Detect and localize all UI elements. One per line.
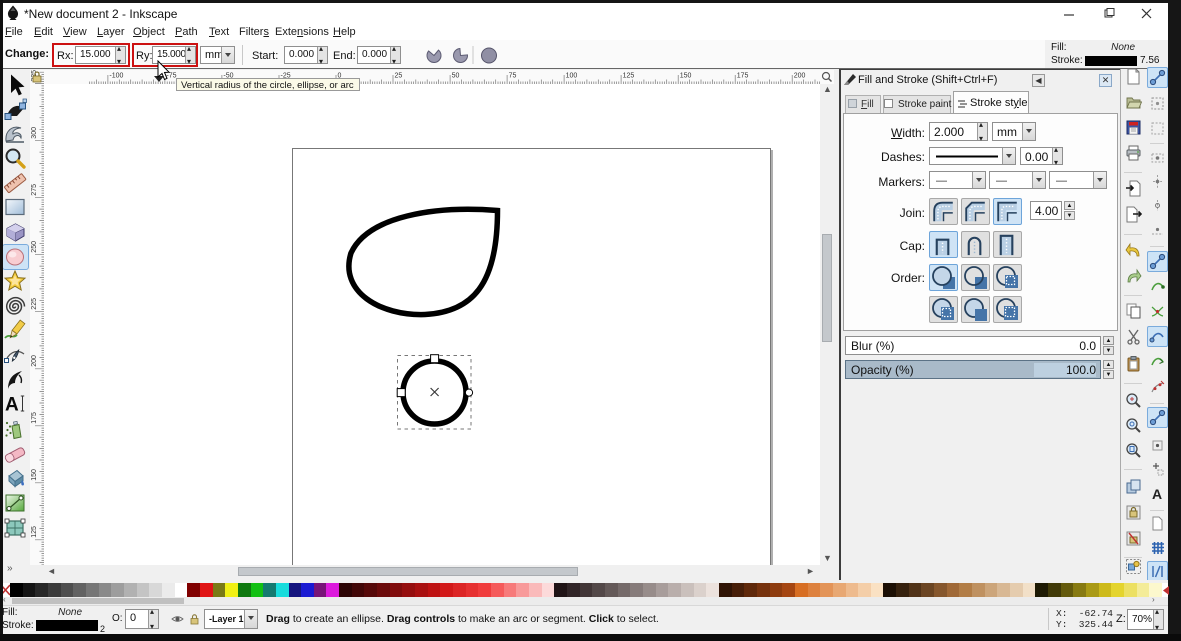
svg-text:-100: -100 xyxy=(109,73,123,80)
svg-text:150: 150 xyxy=(680,73,692,80)
svg-text:250: 250 xyxy=(31,241,38,253)
svg-text:150: 150 xyxy=(31,469,38,481)
svg-text:100: 100 xyxy=(566,73,578,80)
svg-text:275: 275 xyxy=(31,184,38,196)
svg-text:A: A xyxy=(1152,486,1162,502)
svg-text:50: 50 xyxy=(452,73,460,80)
svg-text:125: 125 xyxy=(623,73,635,80)
svg-text:200: 200 xyxy=(31,355,38,367)
svg-text:200: 200 xyxy=(794,73,806,80)
svg-text:75: 75 xyxy=(509,73,517,80)
svg-text:175: 175 xyxy=(31,412,38,424)
svg-text:25: 25 xyxy=(395,73,403,80)
svg-text:225: 225 xyxy=(31,298,38,310)
svg-text:300: 300 xyxy=(31,127,38,139)
svg-text:175: 175 xyxy=(737,73,749,80)
svg-text:A: A xyxy=(5,395,19,416)
svg-text:125: 125 xyxy=(31,526,38,538)
